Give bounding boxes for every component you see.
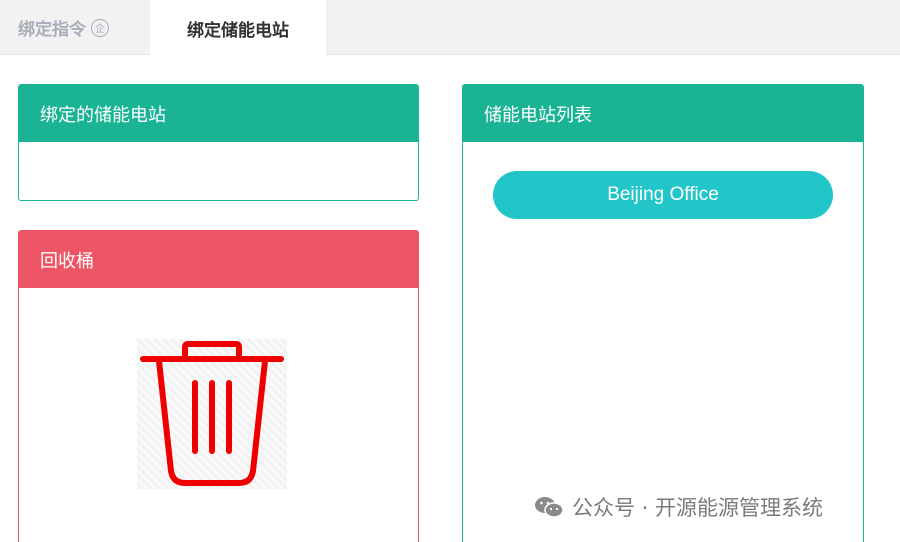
trash-drop-zone[interactable] [137, 339, 287, 489]
enterprise-badge-icon: 企 [91, 18, 109, 37]
watermark-text: 公众号 · 开源能源管理系统 [572, 496, 824, 520]
watermark: 公众号 · 开源能源管理系统 [534, 492, 823, 522]
bound-stations-title: 绑定的储能电站 [40, 104, 166, 126]
recycle-bin-panel[interactable]: 回收桶 [18, 230, 419, 542]
bound-stations-panel[interactable]: 绑定的储能电站 [18, 84, 419, 201]
tab-bind-storage-station[interactable]: 绑定储能电站 [150, 0, 326, 56]
wechat-icon [535, 497, 564, 518]
station-list-header: 储能电站列表 [463, 85, 863, 142]
station-item-beijing-office[interactable]: Beijing Office [493, 171, 833, 219]
tab-bind-command[interactable]: 绑定指令 企 [0, 0, 150, 55]
tab-bar: 绑定指令 企 绑定储能电站 [0, 0, 900, 56]
tab-bind-storage-station-label: 绑定储能电站 [187, 20, 289, 41]
station-list-panel: 储能电站列表 Beijing Office [462, 84, 864, 542]
recycle-bin-title: 回收桶 [40, 250, 94, 272]
trash-icon [140, 341, 284, 486]
bound-stations-header: 绑定的储能电站 [19, 85, 418, 142]
station-list-title: 储能电站列表 [484, 104, 592, 126]
recycle-bin-header: 回收桶 [19, 231, 418, 288]
station-item-label: Beijing Office [607, 184, 719, 205]
tab-bind-command-label: 绑定指令 [18, 20, 86, 40]
